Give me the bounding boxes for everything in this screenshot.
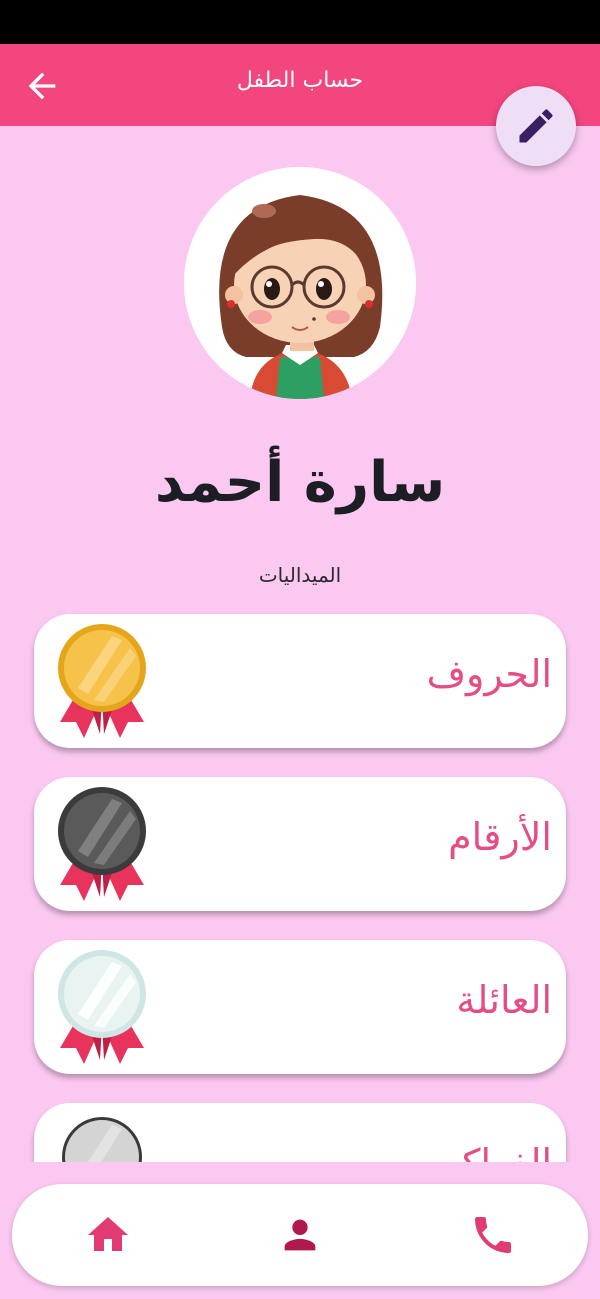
medal-card-label: الحروف xyxy=(426,652,552,696)
bottom-nav xyxy=(12,1184,588,1286)
gold-medal-icon xyxy=(58,624,146,738)
pencil-icon xyxy=(519,109,553,143)
home-icon xyxy=(88,1217,128,1251)
medal-card-numbers[interactable]: الأرقام xyxy=(34,777,566,911)
edit-button[interactable] xyxy=(496,86,576,166)
medal-card-letters[interactable]: الحروف xyxy=(34,614,566,748)
medals-list[interactable]: الحروف الأرقام العائلة xyxy=(0,600,600,1162)
nav-call[interactable] xyxy=(468,1210,518,1260)
medal-card-family[interactable]: العائلة xyxy=(34,940,566,1074)
status-bar xyxy=(0,0,600,44)
avatar xyxy=(184,167,416,399)
grey-medal-icon xyxy=(62,1117,142,1162)
person-icon xyxy=(284,1219,316,1251)
medal-card-label: الفواكه xyxy=(442,1141,552,1162)
girl-avatar-illustration xyxy=(184,167,416,399)
medal-card-label: الأرقام xyxy=(448,815,552,859)
silver-medal-icon xyxy=(58,950,146,1064)
page-title: حساب الطفل xyxy=(236,68,364,93)
phone-icon xyxy=(475,1217,511,1253)
nav-home[interactable] xyxy=(83,1210,133,1260)
nav-profile[interactable] xyxy=(275,1210,325,1260)
dark-medal-icon xyxy=(58,787,146,901)
medal-card-label: العائلة xyxy=(456,978,552,1022)
child-name: سارة أحمد xyxy=(154,450,446,515)
medal-card-fruits[interactable]: الفواكه xyxy=(34,1103,566,1162)
medals-section-label: الميداليات xyxy=(258,563,342,587)
